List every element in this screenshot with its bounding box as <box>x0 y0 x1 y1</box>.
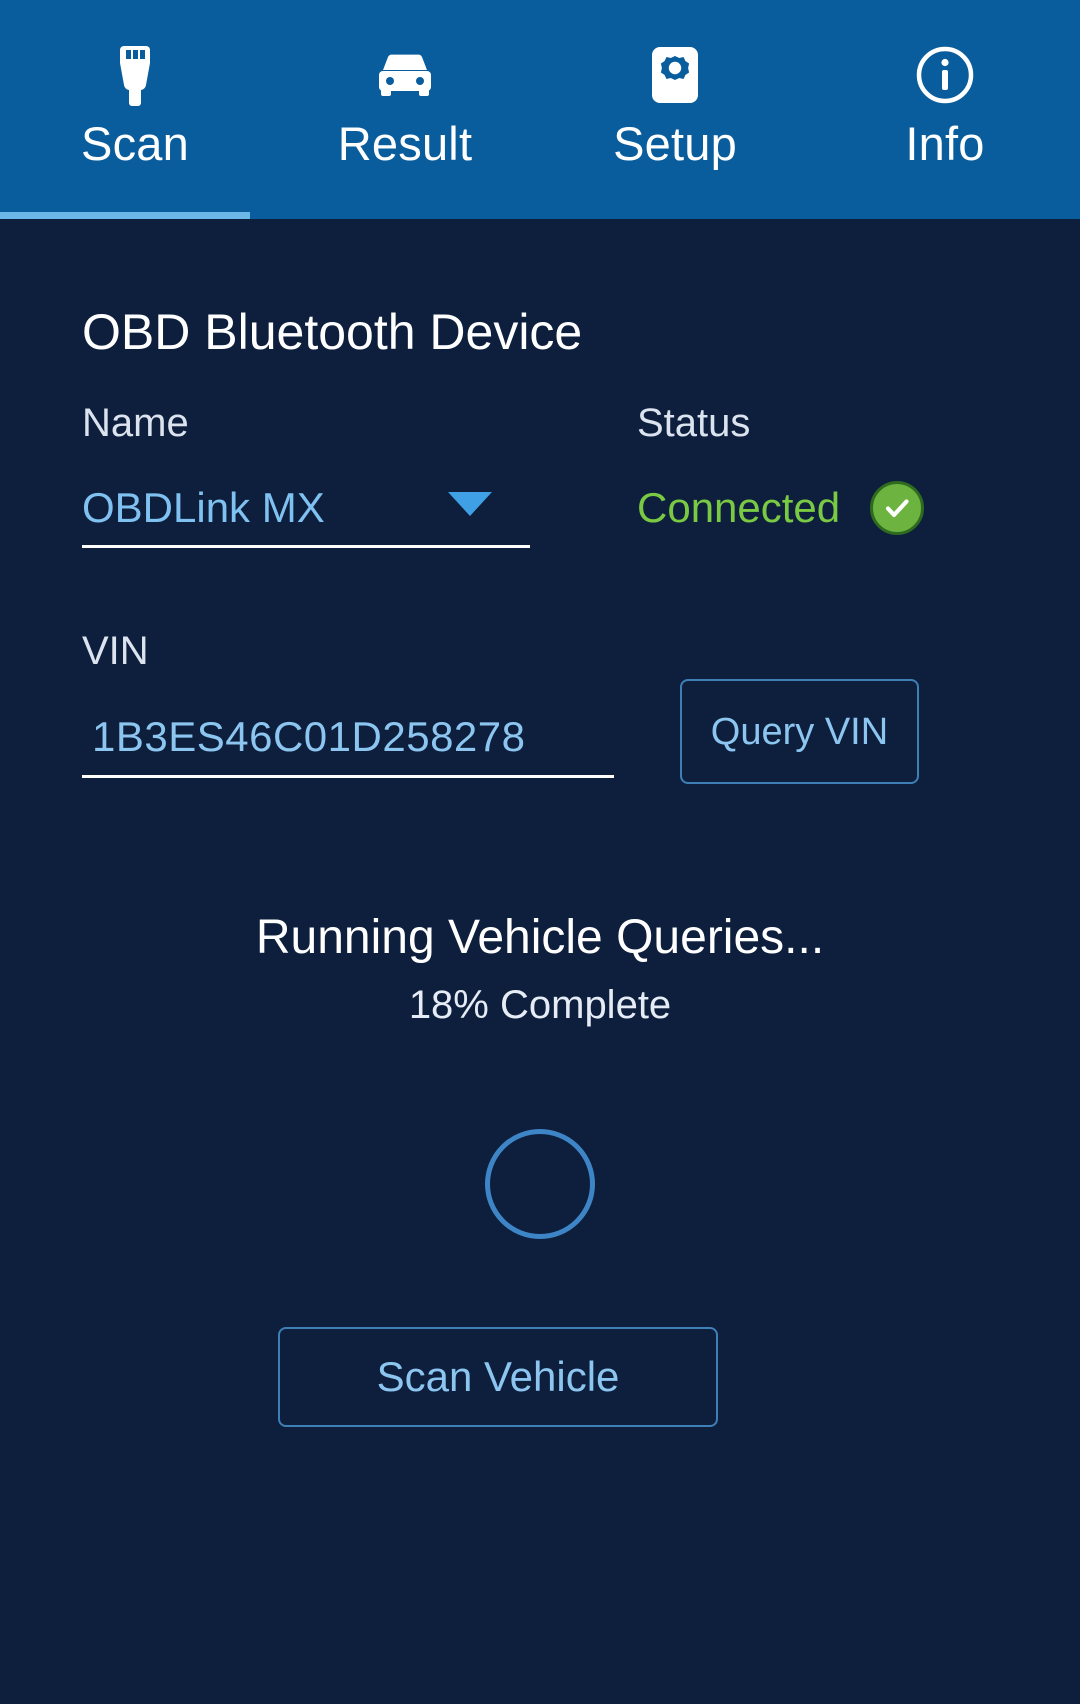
tab-info-label: Info <box>905 117 985 170</box>
spinner-container <box>0 1129 1080 1239</box>
gear-icon <box>648 44 702 106</box>
car-icon <box>373 44 437 106</box>
device-status-label: Status <box>637 401 751 445</box>
tab-setup[interactable]: Setup <box>540 0 810 219</box>
loading-spinner-icon <box>485 1129 595 1239</box>
chevron-down-icon[interactable] <box>448 492 492 516</box>
progress-title: Running Vehicle Queries... <box>255 911 825 964</box>
vin-value: 1B3ES46C01D258278 <box>92 713 526 760</box>
vin-label: VIN <box>82 629 149 673</box>
device-name-field: Name OBDLink MX <box>82 399 530 548</box>
scan-vehicle-button[interactable]: Scan Vehicle <box>278 1327 718 1427</box>
status-badge: Connected <box>637 484 841 531</box>
device-status-row: Connected <box>637 471 925 545</box>
vin-field: VIN 1B3ES46C01D258278 <box>82 627 614 778</box>
obd-connector-icon <box>111 44 159 106</box>
page-title: OBD Bluetooth Device <box>82 304 583 360</box>
progress-status: Running Vehicle Queries... 18% Complete <box>0 909 1080 1029</box>
check-badge-icon <box>870 481 925 535</box>
tab-info[interactable]: Info <box>810 0 1080 219</box>
query-vin-button[interactable]: Query VIN <box>680 679 919 784</box>
tab-bar: Scan Result Setup Info <box>0 0 1080 219</box>
vin-input[interactable]: 1B3ES46C01D258278 <box>82 699 614 778</box>
tab-scan-label: Scan <box>81 117 189 170</box>
scan-panel: OBD Bluetooth Device Name OBDLink MX Sta… <box>0 219 1080 1704</box>
device-name-value: OBDLink MX <box>82 484 325 531</box>
tab-setup-label: Setup <box>613 117 737 170</box>
tab-result-label: Result <box>337 117 473 170</box>
device-status-field: Status Connected <box>637 399 925 545</box>
tab-scan[interactable]: Scan <box>0 0 270 219</box>
active-tab-indicator <box>0 212 250 219</box>
info-circle-icon <box>916 44 974 106</box>
device-name-label: Name <box>82 401 189 445</box>
device-name-select[interactable]: OBDLink MX <box>82 471 530 548</box>
tab-result[interactable]: Result <box>270 0 540 219</box>
progress-percent-label: 18% Complete <box>408 983 672 1027</box>
